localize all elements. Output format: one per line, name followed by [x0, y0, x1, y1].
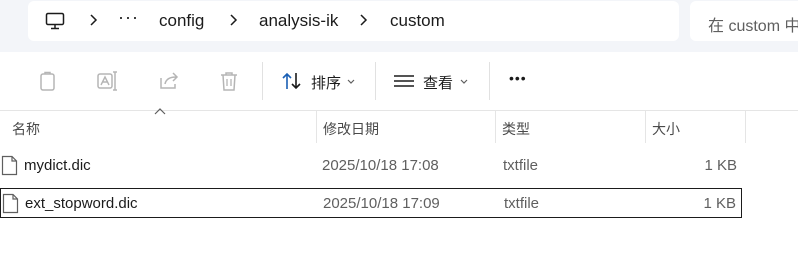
- sort-button-label[interactable]: 排序: [311, 72, 341, 93]
- file-size: 1 KB: [704, 157, 737, 174]
- file-icon: [1, 155, 18, 176]
- more-options-button[interactable]: •••: [509, 70, 527, 86]
- file-size: 1 KB: [703, 195, 736, 212]
- toolbar-separator: [375, 62, 376, 100]
- search-placeholder[interactable]: 在 custom 中搜索: [708, 12, 798, 36]
- file-row[interactable]: mydict.dic 2025/10/18 17:08 txtfile 1 KB: [0, 151, 742, 181]
- copy-icon[interactable]: [36, 69, 60, 93]
- file-date: 2025/10/18 17:09: [323, 195, 440, 212]
- rename-icon[interactable]: [96, 69, 120, 93]
- file-type: txtfile: [504, 195, 540, 212]
- address-bar-area: ··· config analysis-ik custom 在 custom 中…: [0, 0, 798, 52]
- command-bar: 排序 查看 •••: [0, 52, 798, 110]
- file-icon: [2, 193, 19, 214]
- chevron-right-icon[interactable]: [358, 13, 368, 27]
- toolbar-separator: [262, 62, 263, 100]
- file-date: 2025/10/18 17:08: [322, 157, 439, 174]
- column-header-type[interactable]: 类型: [502, 119, 530, 139]
- file-type: txtfile: [503, 157, 539, 174]
- column-resize-handle[interactable]: [745, 111, 746, 143]
- computer-icon[interactable]: [45, 12, 65, 30]
- column-header-date[interactable]: 修改日期: [323, 119, 379, 139]
- file-name[interactable]: ext_stopword.dic: [25, 195, 138, 212]
- view-button-label[interactable]: 查看: [423, 72, 453, 93]
- column-header: 名称 修改日期 类型 大小: [0, 108, 798, 143]
- breadcrumb-overflow[interactable]: ···: [118, 7, 139, 28]
- file-name[interactable]: mydict.dic: [24, 157, 91, 174]
- sort-icon[interactable]: [280, 69, 304, 93]
- breadcrumb-item-config[interactable]: config: [159, 11, 204, 31]
- chevron-right-icon[interactable]: [228, 13, 238, 27]
- column-resize-handle[interactable]: [316, 111, 317, 143]
- chevron-down-icon[interactable]: [347, 79, 355, 84]
- breadcrumb-item-analysis-ik[interactable]: analysis-ik: [259, 11, 338, 31]
- chevron-right-icon[interactable]: [88, 13, 98, 27]
- breadcrumb[interactable]: ··· config analysis-ik custom: [28, 1, 679, 41]
- trash-icon[interactable]: [217, 69, 241, 93]
- column-header-size[interactable]: 大小: [652, 119, 680, 139]
- chevron-down-icon[interactable]: [460, 79, 468, 84]
- breadcrumb-item-custom[interactable]: custom: [390, 11, 445, 31]
- column-header-name[interactable]: 名称: [12, 119, 40, 139]
- file-row-selected[interactable]: ext_stopword.dic 2025/10/18 17:09 txtfil…: [0, 188, 742, 218]
- search-box[interactable]: 在 custom 中搜索: [690, 1, 798, 41]
- toolbar-separator: [489, 62, 490, 100]
- column-resize-handle[interactable]: [645, 111, 646, 143]
- view-icon[interactable]: [392, 69, 416, 93]
- column-resize-handle[interactable]: [495, 111, 496, 143]
- share-icon[interactable]: [157, 69, 181, 93]
- sort-ascending-icon: [154, 108, 166, 115]
